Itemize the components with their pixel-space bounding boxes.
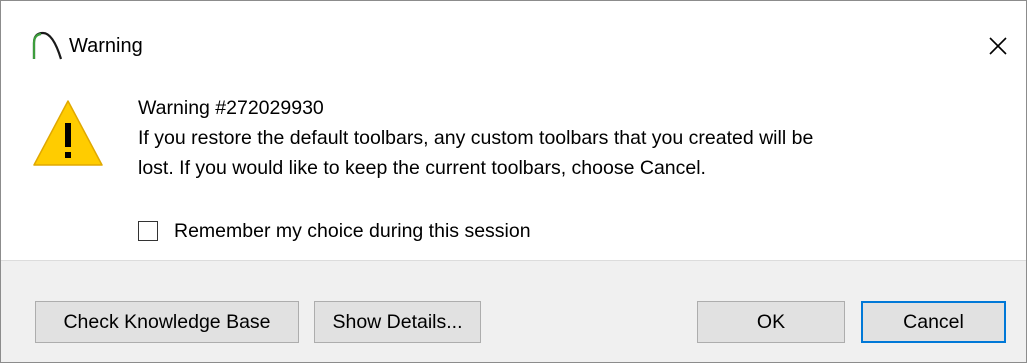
window-title: Warning	[69, 35, 143, 57]
remember-choice-row[interactable]: Remember my choice during this session	[138, 216, 531, 246]
check-knowledge-base-button[interactable]: Check Knowledge Base	[35, 301, 299, 343]
warning-number: Warning #272029930	[138, 97, 324, 119]
close-icon	[989, 37, 1007, 55]
ok-button[interactable]: OK	[697, 301, 845, 343]
warning-triangle-icon	[31, 97, 105, 169]
close-button[interactable]	[970, 23, 1026, 69]
message-line-1: If you restore the default toolbars, any…	[138, 127, 814, 149]
remember-choice-checkbox[interactable]	[138, 221, 158, 241]
message-block: Warning #272029930 If you restore the de…	[138, 93, 1008, 183]
message-line-2: lost. If you would like to keep the curr…	[138, 157, 706, 179]
title-bar: Warning	[1, 1, 1026, 87]
show-details-button[interactable]: Show Details...	[314, 301, 481, 343]
cancel-button[interactable]: Cancel	[861, 301, 1006, 343]
arch-app-icon	[31, 29, 65, 61]
warning-dialog: Warning Warning #272029930 If you restor…	[0, 0, 1027, 363]
button-bar: Check Knowledge Base Show Details... OK …	[1, 260, 1026, 362]
remember-choice-label[interactable]: Remember my choice during this session	[174, 220, 531, 243]
